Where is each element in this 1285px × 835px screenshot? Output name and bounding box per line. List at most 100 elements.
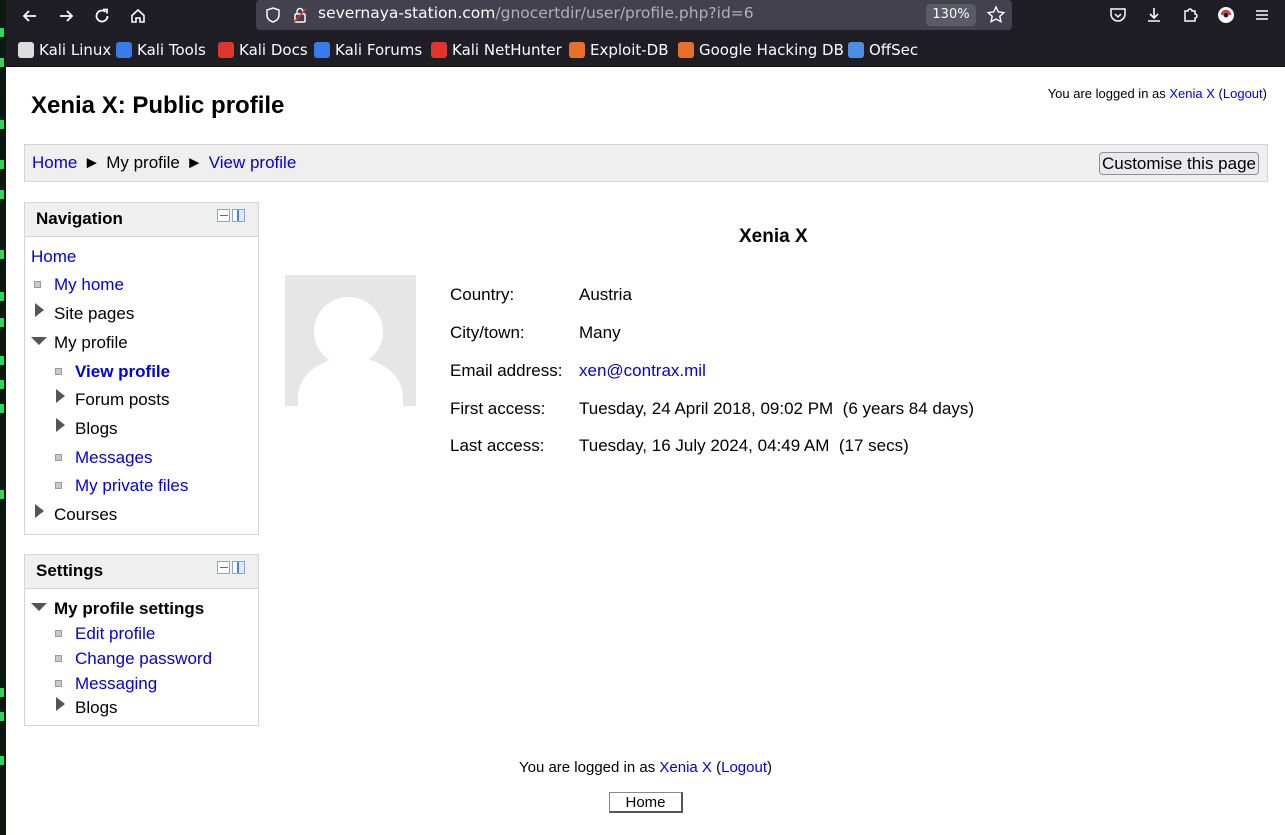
exploit-db-icon: [569, 42, 585, 58]
avatar-head-shape: [314, 297, 383, 366]
bookmark-label: Kali NetHunter: [452, 41, 562, 59]
insecure-lock-icon[interactable]: [291, 6, 309, 24]
field-label-city: City/town:: [450, 323, 525, 342]
customise-page-button[interactable]: Customise this page: [1098, 152, 1259, 175]
leaf-bullet-icon: [55, 368, 62, 375]
extensions-icon[interactable]: [1180, 5, 1200, 25]
bookmark-kali-nethunter[interactable]: Kali NetHunter: [431, 40, 562, 60]
settings-item-my-profile-settings[interactable]: My profile settings: [54, 599, 204, 619]
bookmark-label: OffSec: [869, 41, 919, 59]
browser-toolbar: severnaya-station.com/gnocertdir/user/pr…: [6, 0, 1285, 32]
nav-item-my-profile[interactable]: My profile: [54, 333, 128, 353]
breadcrumb-view-profile-link[interactable]: View profile: [209, 153, 297, 172]
nav-item-forum-posts[interactable]: Forum posts: [75, 390, 169, 410]
moodle-page: You are logged in as Xenia X (Logout) Xe…: [6, 67, 1285, 835]
footer-home-button[interactable]: Home: [609, 792, 683, 813]
settings-item-change-password[interactable]: Change password: [75, 649, 212, 669]
breadcrumb-home-link[interactable]: Home: [32, 153, 77, 172]
settings-item-blogs[interactable]: Blogs: [75, 698, 118, 718]
navigation-block-title: Navigation: [36, 209, 123, 228]
logout-link[interactable]: Logout: [721, 759, 767, 776]
bookmark-offsec[interactable]: OffSec: [848, 40, 918, 60]
kali-tools-icon: [116, 42, 132, 58]
dock-block-icon[interactable]: [232, 561, 245, 574]
avatar-body-shape: [298, 357, 403, 406]
bookmark-kali-forums[interactable]: Kali Forums: [314, 40, 422, 60]
hamburger-menu-icon[interactable]: [1252, 5, 1272, 25]
forward-button[interactable]: [53, 3, 79, 29]
nav-item-view-profile[interactable]: View profile: [75, 362, 170, 382]
navigation-block-header: Navigation: [25, 203, 258, 237]
bookmark-kali-linux[interactable]: Kali Linux: [18, 40, 111, 60]
bookmark-kali-docs[interactable]: Kali Docs: [218, 40, 308, 60]
zoom-level-badge[interactable]: 130%: [926, 4, 976, 26]
bookmark-google-hacking-db[interactable]: Google Hacking DB: [678, 40, 844, 60]
expand-arrow-icon[interactable]: [56, 389, 65, 403]
nav-item-my-home[interactable]: My home: [54, 275, 124, 295]
collapse-arrow-icon[interactable]: [31, 337, 47, 345]
dock-block-icon[interactable]: [232, 209, 245, 222]
field-value-last-access: Tuesday, 16 July 2024, 04:49 AM (17 secs…: [579, 436, 909, 455]
bookmark-label: Kali Tools: [137, 41, 206, 59]
leaf-bullet-icon: [55, 655, 62, 662]
collapse-arrow-icon[interactable]: [31, 603, 47, 611]
nav-item-my-private-files[interactable]: My private files: [75, 476, 188, 496]
nav-item-courses[interactable]: Courses: [54, 505, 117, 525]
field-label-email: Email address:: [450, 361, 563, 380]
ghdb-icon: [678, 42, 694, 58]
expand-arrow-icon[interactable]: [56, 697, 65, 711]
home-icon: [131, 8, 145, 23]
expand-arrow-icon[interactable]: [56, 418, 65, 432]
logout-link[interactable]: Logout: [1223, 86, 1263, 101]
field-label-country: Country:: [450, 285, 515, 304]
reload-icon: [95, 8, 109, 23]
breadcrumb-my-profile: My profile: [106, 153, 180, 172]
bookmarks-toolbar: Kali Linux Kali Tools Kali Docs Kali Forums…: [6, 32, 1285, 67]
bookmark-star-icon[interactable]: [986, 5, 1006, 25]
nav-item-messages[interactable]: Messages: [75, 448, 152, 468]
expand-arrow-icon[interactable]: [35, 303, 44, 317]
breadcrumb: Home ► My profile ► View profile: [32, 153, 296, 173]
bookmark-exploit-db[interactable]: Exploit-DB: [569, 40, 669, 60]
url-text[interactable]: severnaya-station.com/gnocertdir/user/pr…: [318, 4, 754, 22]
bookmark-kali-tools[interactable]: Kali Tools: [116, 40, 206, 60]
field-value-first-access: Tuesday, 24 April 2018, 09:02 PM (6 year…: [579, 399, 974, 418]
leaf-bullet-icon: [34, 281, 41, 288]
expand-arrow-icon[interactable]: [35, 504, 44, 518]
breadcrumb-separator: ►: [185, 153, 203, 172]
home-page-button[interactable]: [125, 3, 151, 29]
leaf-bullet-icon: [55, 454, 62, 461]
user-name-link[interactable]: Xenia X: [659, 759, 712, 776]
downloads-icon[interactable]: [1144, 5, 1164, 25]
tracking-protection-shield-icon[interactable]: [264, 6, 282, 24]
collapse-block-icon[interactable]: [217, 209, 230, 222]
reload-button[interactable]: [89, 3, 115, 29]
nav-item-home[interactable]: Home: [31, 247, 76, 267]
bookmark-label: Google Hacking DB: [699, 41, 844, 59]
address-bar[interactable]: severnaya-station.com/gnocertdir/user/pr…: [256, 0, 1012, 30]
nav-item-blogs[interactable]: Blogs: [75, 419, 118, 439]
forward-arrow-icon: [60, 10, 74, 22]
login-info-bottom: You are logged in as Xenia X (Logout): [518, 759, 772, 776]
leaf-bullet-icon: [55, 482, 62, 489]
field-value-country: Austria: [579, 285, 632, 304]
user-avatar[interactable]: [285, 275, 416, 406]
bookmark-label: Kali Linux: [39, 41, 112, 59]
user-name-link[interactable]: Xenia X: [1169, 86, 1215, 101]
profile-account-icon[interactable]: [1216, 5, 1236, 25]
settings-item-messaging[interactable]: Messaging: [75, 674, 157, 694]
settings-block: Settings My profile settings Edit profil…: [24, 554, 259, 726]
collapse-block-icon[interactable]: [217, 561, 230, 574]
field-value-city: Many: [579, 323, 621, 342]
back-button[interactable]: [17, 3, 43, 29]
nav-item-site-pages[interactable]: Site pages: [54, 304, 134, 324]
breadcrumb-separator: ►: [83, 153, 101, 172]
login-prefix-text: You are logged in as: [1047, 86, 1166, 101]
pocket-icon[interactable]: [1108, 5, 1128, 25]
nethunter-icon: [431, 42, 447, 58]
settings-block-header: Settings: [25, 555, 258, 589]
kali-docs-icon: [218, 42, 234, 58]
email-link[interactable]: xen@contrax.mil: [579, 361, 706, 381]
leaf-bullet-icon: [55, 630, 62, 637]
settings-item-edit-profile[interactable]: Edit profile: [75, 624, 155, 644]
